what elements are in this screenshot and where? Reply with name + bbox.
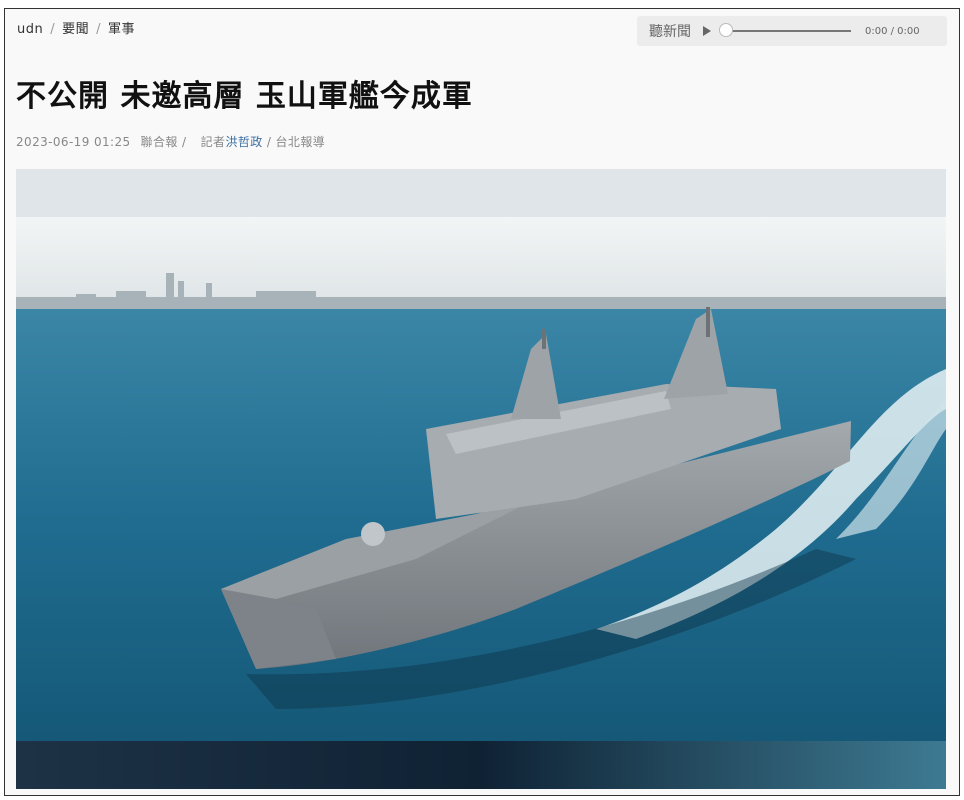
breadcrumb-item-udn[interactable]: udn [17, 22, 43, 37]
audio-time: 0:00 / 0:00 [865, 25, 920, 37]
article-frame: udn / 要聞 / 軍事 聽新聞 0:00 / 0:00 不公開 未邀高層 玉山軍艦今… [4, 8, 960, 796]
breadcrumb-separator: / [50, 22, 56, 37]
breadcrumb-item-news[interactable]: 要聞 [62, 22, 89, 37]
reporter-prefix: 記者 [200, 135, 226, 149]
audio-player: 聽新聞 0:00 / 0:00 [637, 16, 947, 46]
listen-news-label: 聽新聞 [649, 24, 691, 40]
play-icon[interactable] [703, 26, 711, 36]
breadcrumb-separator: / [96, 22, 102, 37]
audio-progress-handle[interactable] [719, 23, 733, 37]
article-photo[interactable] [16, 169, 946, 789]
audio-progress-track[interactable] [719, 23, 851, 37]
article-source: 聯合報 [140, 135, 178, 149]
article-location: 台北報導 [275, 135, 326, 149]
warship-photo [16, 169, 946, 789]
breadcrumb: udn / 要聞 / 軍事 [17, 18, 135, 37]
reporter-link[interactable]: 洪哲政 [225, 135, 262, 149]
article-datetime: 2023-06-19 01:25 [16, 135, 131, 149]
article-meta: 2023-06-19 01:25 聯合報 / 記者洪哲政 / 台北報導 [16, 135, 326, 149]
article-title: 不公開 未邀高層 玉山軍艦今成軍 [16, 79, 473, 114]
breadcrumb-item-military[interactable]: 軍事 [108, 22, 135, 37]
